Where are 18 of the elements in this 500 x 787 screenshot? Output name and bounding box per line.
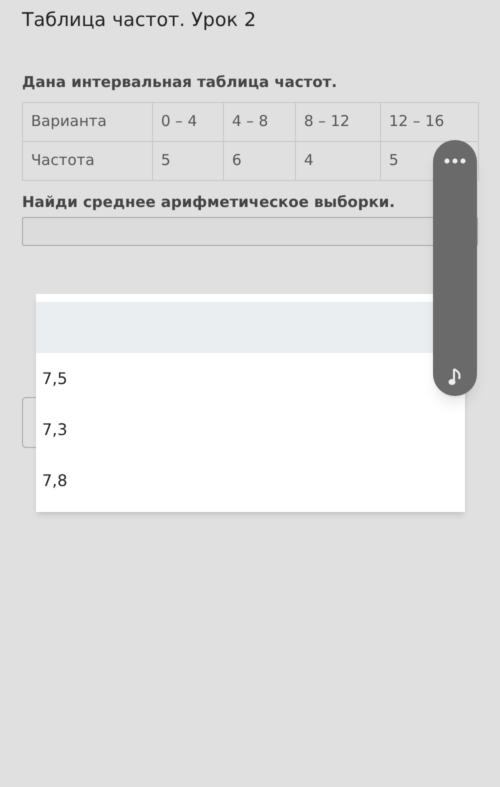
table-cell: 0 – 4 bbox=[152, 102, 224, 141]
table-cell: 5 bbox=[152, 141, 224, 180]
dropdown-option[interactable]: 7,8 bbox=[36, 455, 465, 506]
table-cell: 12 – 16 bbox=[380, 102, 478, 141]
answer-dropdown[interactable] bbox=[22, 217, 478, 246]
music-note-icon[interactable] bbox=[448, 368, 462, 386]
page-title: Таблица частот. Урок 2 bbox=[22, 8, 258, 33]
question-text: Найди среднее арифметическое выборки. bbox=[22, 192, 396, 212]
table-cell: 4 – 8 bbox=[224, 102, 296, 141]
table-cell: Варианта bbox=[22, 102, 152, 141]
table-cell: Частота bbox=[22, 141, 152, 180]
task-prompt: Дана интервальная таблица частот. bbox=[22, 72, 338, 93]
dropdown-option[interactable]: 7,3 bbox=[36, 404, 465, 455]
table-cell: 6 bbox=[224, 141, 296, 180]
table-cell: 8 – 12 bbox=[296, 102, 380, 141]
more-icon[interactable] bbox=[444, 158, 466, 164]
table-cell: 4 bbox=[296, 141, 380, 180]
dropdown-option[interactable]: 7,5 bbox=[36, 353, 465, 404]
